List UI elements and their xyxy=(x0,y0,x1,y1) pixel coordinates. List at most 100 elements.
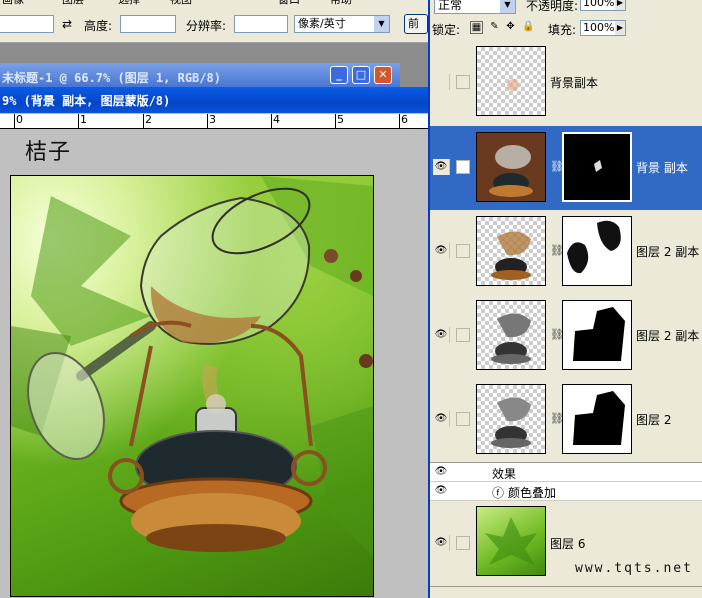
lock-all-icon[interactable]: 🔒 xyxy=(522,21,535,34)
ruler-number: 5 xyxy=(337,114,344,126)
lamp-thumbnail-icon xyxy=(491,313,531,364)
layer-row-active[interactable]: 👁 ⛓ 背景 副本 xyxy=(430,126,702,211)
document-heading-text: 桔子 xyxy=(25,140,72,165)
opacity-label: 不透明度: xyxy=(526,0,579,13)
opacity-value: 100% xyxy=(583,0,615,9)
layer-thumbnail xyxy=(476,216,546,286)
lamp-thumbnail-icon xyxy=(491,231,531,280)
layer-name: 图层 2 副本 xyxy=(636,329,700,343)
swap-dimensions-icon[interactable]: ⇄ xyxy=(62,17,72,31)
maximize-icon[interactable]: □ xyxy=(352,66,370,84)
horizontal-ruler: 0 1 2 3 4 5 6 xyxy=(0,114,428,129)
eye-icon[interactable]: 👁 xyxy=(433,464,449,480)
document-title-bar[interactable]: 9% (背景 副本, 图层蒙版/8) xyxy=(0,87,428,113)
front-image-button[interactable]: 前 xyxy=(404,14,428,34)
layer-name: 背景副本 xyxy=(550,76,599,90)
faint-smudge-icon xyxy=(507,79,519,91)
active-document-window[interactable]: 9% (背景 副本, 图层蒙版/8) 0 1 2 3 4 5 6 桔子 xyxy=(0,87,428,598)
document-title: 9% (背景 副本, 图层蒙版/8) xyxy=(2,94,171,108)
ruler-number: 2 xyxy=(145,114,152,126)
opacity-field[interactable]: 100% ▶ xyxy=(580,0,626,11)
link-toggle[interactable] xyxy=(456,412,470,426)
brush-mask-icon[interactable] xyxy=(456,160,470,174)
ruler-number: 3 xyxy=(209,114,216,126)
layer-name: 背景 副本 xyxy=(636,161,688,175)
mask-shape-icon xyxy=(573,307,625,361)
slider-arrow-icon[interactable]: ▶ xyxy=(615,21,625,35)
blend-mode-select[interactable]: 正常 ▼ xyxy=(434,0,516,14)
eye-icon[interactable]: 👁 xyxy=(433,159,450,175)
slider-arrow-icon[interactable]: ▶ xyxy=(615,0,625,10)
layer-thumbnail xyxy=(476,132,546,202)
eye-icon[interactable]: 👁 xyxy=(433,243,450,259)
layer-mask-thumbnail[interactable] xyxy=(562,384,632,454)
ruler-tick xyxy=(14,114,15,128)
close-icon[interactable]: ✕ xyxy=(374,66,392,84)
lock-brush-icon[interactable]: ✎ xyxy=(488,21,501,34)
width-field[interactable] xyxy=(0,15,54,33)
visibility-toggle[interactable] xyxy=(433,74,450,90)
link-toggle[interactable] xyxy=(456,75,470,89)
link-toggle[interactable] xyxy=(456,328,470,342)
options-bar: 画像 图层 选择 视图 窗口 帮助 ⇄ 高度: 分辨率: 像素/英寸 ▼ 前 xyxy=(0,0,428,43)
blend-mode-value: 正常 xyxy=(438,0,463,12)
effect-name: 颜色叠加 xyxy=(508,486,557,500)
layer-name: 图层 2 xyxy=(636,413,672,427)
ruler-tick xyxy=(335,114,336,128)
layer-name: 图层 6 xyxy=(550,537,586,551)
workspace: 未标题-1 @ 66.7% (图层 1, RGB/8) _ □ ✕ 9% (背景… xyxy=(0,43,428,598)
unit-select-value: 像素/英寸 xyxy=(298,17,346,30)
layer-mask-thumbnail[interactable] xyxy=(562,132,632,202)
layer-row[interactable]: 👁 ⛓ 图层 2 xyxy=(430,378,702,463)
eye-icon[interactable]: 👁 xyxy=(433,483,449,499)
eye-icon[interactable]: 👁 xyxy=(433,535,450,551)
effect-color-overlay-row[interactable]: 👁 ⓕ 颜色叠加 xyxy=(430,482,702,501)
layer-mask-thumbnail[interactable] xyxy=(562,300,632,370)
chevron-down-icon: ▼ xyxy=(500,0,515,13)
ruler-tick xyxy=(207,114,208,128)
menu-view[interactable]: 视图 xyxy=(170,0,192,7)
layer-row[interactable]: 👁 ⛓ 图层 2 副本 xyxy=(430,294,702,379)
eye-icon[interactable]: 👁 xyxy=(433,411,450,427)
ruler-number: 6 xyxy=(401,114,408,126)
resolution-unit-select[interactable]: 像素/英寸 ▼ xyxy=(294,15,390,33)
layers-panel: 正常 ▼ 不透明度: 100% ▶ 锁定: ▦ ✎ ✥ 🔒 填充: 100% ▶… xyxy=(428,0,702,598)
mask-shape-icon xyxy=(594,160,602,172)
minimize-icon[interactable]: _ xyxy=(330,66,348,84)
menu-window[interactable]: 窗口 xyxy=(278,0,300,7)
fill-label: 填充: xyxy=(548,23,577,37)
blend-row: 正常 ▼ 不透明度: 100% ▶ xyxy=(430,0,702,20)
effects-row[interactable]: 👁 效果 xyxy=(430,463,702,482)
document-canvas[interactable]: 桔子 xyxy=(0,129,428,598)
layer-list: 背景副本 👁 ⛓ 背景 副本 👁 ⛓ 图层 2 副本 👁 ⛓ 图层 2 副本 👁… xyxy=(430,40,702,598)
lock-transparency-icon[interactable]: ▦ xyxy=(470,21,483,34)
layer-mask-thumbnail[interactable] xyxy=(562,216,632,286)
resolution-label: 分辨率: xyxy=(186,19,227,33)
lock-move-icon[interactable]: ✥ xyxy=(504,21,517,34)
height-field[interactable] xyxy=(120,15,176,33)
options-row: ⇄ 高度: 分辨率: 像素/英寸 ▼ 前 xyxy=(0,14,428,36)
ruler-tick xyxy=(271,114,272,128)
layer-row[interactable]: 背景副本 xyxy=(430,40,702,127)
fill-field[interactable]: 100% ▶ xyxy=(580,20,626,36)
menu-help[interactable]: 帮助 xyxy=(330,0,352,7)
ruler-number: 4 xyxy=(273,114,280,126)
layer-row[interactable]: 👁 ⛓ 图层 2 副本 xyxy=(430,210,702,295)
mask-shape-icon xyxy=(567,220,621,274)
ruler-number: 1 xyxy=(80,114,87,126)
composite-image[interactable] xyxy=(10,175,374,597)
layer-name: 图层 2 副本 xyxy=(636,245,700,259)
layer-thumbnail xyxy=(476,384,546,454)
layer-thumbnail xyxy=(476,300,546,370)
effects-label: 效果 xyxy=(492,467,517,481)
background-window-title: 未标题-1 @ 66.7% (图层 1, RGB/8) xyxy=(2,71,221,85)
lamp-thumbnail-icon xyxy=(491,397,531,448)
eye-icon[interactable]: 👁 xyxy=(433,327,450,343)
ruler-number: 0 xyxy=(16,114,23,126)
link-toggle[interactable] xyxy=(456,536,470,550)
menu-select[interactable]: 选择 xyxy=(118,0,140,7)
resolution-field[interactable] xyxy=(234,15,288,33)
menu-image[interactable]: 画像 xyxy=(2,0,24,7)
link-toggle[interactable] xyxy=(456,244,470,258)
menu-layer[interactable]: 图层 xyxy=(62,0,84,7)
